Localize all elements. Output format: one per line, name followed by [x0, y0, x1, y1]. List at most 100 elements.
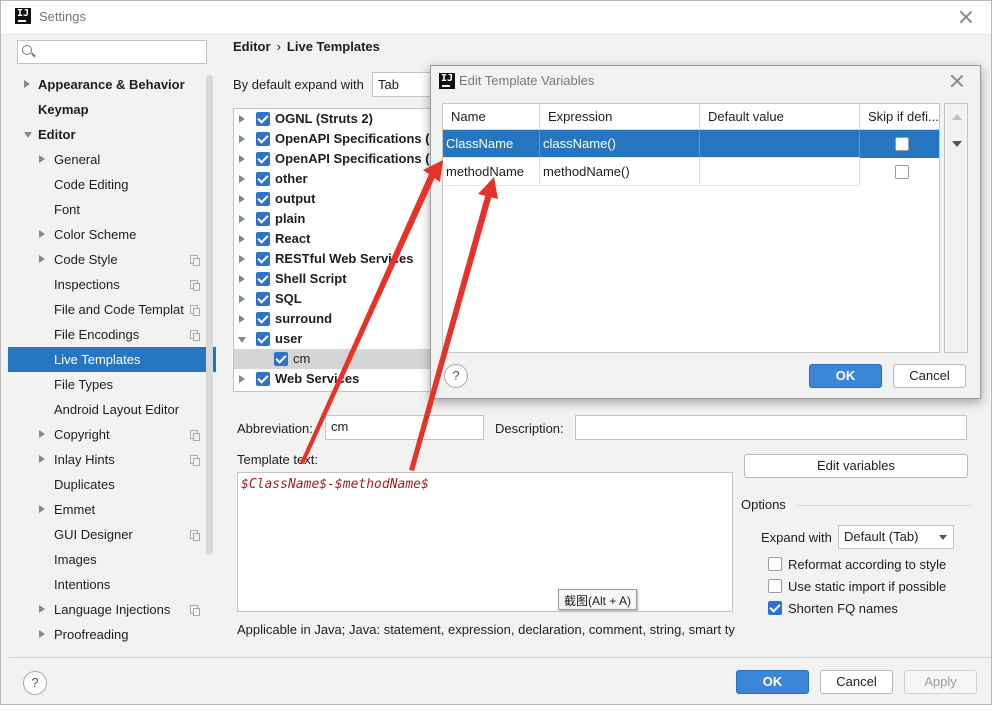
- chevron-right-icon[interactable]: [39, 155, 45, 163]
- template-checkbox[interactable]: [256, 252, 270, 266]
- option-checkbox[interactable]: [768, 579, 782, 593]
- dialog-close-icon[interactable]: [950, 74, 964, 88]
- variable-row[interactable]: methodName methodName(): [443, 158, 939, 186]
- chevron-right-icon[interactable]: [239, 195, 245, 203]
- template-checkbox[interactable]: [256, 232, 270, 246]
- ok-button[interactable]: OK: [736, 670, 809, 694]
- option-checkbox[interactable]: [768, 557, 782, 571]
- sidebar-item-inlay-hints[interactable]: Inlay Hints: [8, 447, 216, 472]
- sidebar-item-font[interactable]: Font: [8, 197, 216, 222]
- template-group[interactable]: output: [234, 189, 432, 209]
- sidebar-item-intentions[interactable]: Intentions: [8, 572, 216, 597]
- chevron-right-icon[interactable]: [239, 175, 245, 183]
- column-header[interactable]: Skip if defi...: [860, 104, 939, 130]
- template-group[interactable]: plain: [234, 209, 432, 229]
- template-item[interactable]: cm: [234, 349, 432, 369]
- chevron-right-icon[interactable]: [39, 230, 45, 238]
- sidebar-item-live-templates[interactable]: Live Templates: [8, 347, 216, 372]
- variable-default-cell[interactable]: [700, 158, 860, 186]
- template-checkbox[interactable]: [256, 172, 270, 186]
- chevron-right-icon[interactable]: [239, 275, 245, 283]
- template-text-editor[interactable]: $ClassName$-$methodName$: [237, 472, 733, 612]
- chevron-right-icon[interactable]: [239, 155, 245, 163]
- dialog-help-button[interactable]: ?: [444, 364, 468, 388]
- sidebar-item-inspections[interactable]: Inspections: [8, 272, 216, 297]
- template-group[interactable]: RESTful Web Services: [234, 249, 432, 269]
- edit-variables-button[interactable]: Edit variables: [744, 454, 968, 478]
- template-checkbox[interactable]: [274, 352, 288, 366]
- template-group[interactable]: surround: [234, 309, 432, 329]
- template-checkbox[interactable]: [256, 292, 270, 306]
- sidebar-scrollbar[interactable]: [206, 75, 213, 555]
- move-up-icon[interactable]: [952, 114, 962, 120]
- sidebar-item-editor[interactable]: Editor: [8, 122, 216, 147]
- sidebar-item-file-types[interactable]: File Types: [8, 372, 216, 397]
- chevron-right-icon[interactable]: [24, 80, 30, 88]
- template-checkbox[interactable]: [256, 192, 270, 206]
- template-checkbox[interactable]: [256, 372, 270, 386]
- chevron-right-icon[interactable]: [239, 215, 245, 223]
- help-button[interactable]: ?: [23, 671, 47, 695]
- search-field[interactable]: [17, 40, 207, 64]
- sidebar-item-images[interactable]: Images: [8, 547, 216, 572]
- dialog-cancel-button[interactable]: Cancel: [893, 364, 966, 388]
- template-checkbox[interactable]: [256, 152, 270, 166]
- sidebar-item-code-editing[interactable]: Code Editing: [8, 172, 216, 197]
- apply-button[interactable]: Apply: [904, 670, 977, 694]
- sidebar-item-general[interactable]: General: [8, 147, 216, 172]
- sidebar-item-file-encodings[interactable]: File Encodings: [8, 322, 216, 347]
- sidebar-item-duplicates[interactable]: Duplicates: [8, 472, 216, 497]
- option-checkbox[interactable]: [768, 601, 782, 615]
- sidebar-item-appearance-behavior[interactable]: Appearance & Behavior: [8, 72, 216, 97]
- cancel-button[interactable]: Cancel: [820, 670, 893, 694]
- sidebar-item-emmet[interactable]: Emmet: [8, 497, 216, 522]
- template-group[interactable]: user: [234, 329, 432, 349]
- chevron-down-icon[interactable]: [238, 337, 246, 343]
- template-group[interactable]: OpenAPI Specifications (.: [234, 129, 432, 149]
- template-group[interactable]: SQL: [234, 289, 432, 309]
- sidebar-item-gui-designer[interactable]: GUI Designer: [8, 522, 216, 547]
- chevron-right-icon[interactable]: [239, 375, 245, 383]
- template-checkbox[interactable]: [256, 132, 270, 146]
- variable-name-cell[interactable]: ClassName: [443, 130, 540, 158]
- template-group[interactable]: other: [234, 169, 432, 189]
- skip-if-defined-checkbox[interactable]: [895, 165, 909, 179]
- chevron-right-icon[interactable]: [39, 430, 45, 438]
- sidebar-item-android-layout-editor[interactable]: Android Layout Editor: [8, 397, 216, 422]
- chevron-right-icon[interactable]: [39, 255, 45, 263]
- chevron-right-icon[interactable]: [239, 315, 245, 323]
- chevron-right-icon[interactable]: [39, 455, 45, 463]
- applicable-contexts[interactable]: Applicable in Java; Java: statement, exp…: [237, 622, 735, 637]
- chevron-right-icon[interactable]: [39, 605, 45, 613]
- sidebar-item-language-injections[interactable]: Language Injections: [8, 597, 216, 622]
- variable-expression-cell[interactable]: className(): [540, 130, 700, 158]
- sidebar-item-code-style[interactable]: Code Style: [8, 247, 216, 272]
- template-checkbox[interactable]: [256, 312, 270, 326]
- variable-name-cell[interactable]: methodName: [443, 158, 540, 186]
- template-checkbox[interactable]: [256, 272, 270, 286]
- chevron-down-icon[interactable]: [24, 132, 32, 138]
- search-input[interactable]: [38, 43, 198, 61]
- move-down-icon[interactable]: [952, 141, 962, 147]
- sidebar-item-keymap[interactable]: Keymap: [8, 97, 216, 122]
- template-checkbox[interactable]: [256, 212, 270, 226]
- sidebar-item-file-and-code-templat[interactable]: File and Code Templat: [8, 297, 216, 322]
- chevron-right-icon[interactable]: [239, 255, 245, 263]
- template-checkbox[interactable]: [256, 332, 270, 346]
- template-group[interactable]: OGNL (Struts 2): [234, 109, 432, 129]
- column-header[interactable]: Expression: [540, 104, 700, 130]
- column-header[interactable]: Name: [443, 104, 540, 130]
- close-icon[interactable]: [959, 10, 973, 24]
- description-field[interactable]: [575, 415, 967, 440]
- dialog-ok-button[interactable]: OK: [809, 364, 882, 388]
- skip-if-defined-checkbox[interactable]: [895, 137, 909, 151]
- abbreviation-field[interactable]: cm: [325, 415, 484, 440]
- options-expand-select[interactable]: Default (Tab): [838, 525, 954, 549]
- chevron-right-icon[interactable]: [239, 115, 245, 123]
- template-group[interactable]: React: [234, 229, 432, 249]
- sidebar-item-copyright[interactable]: Copyright: [8, 422, 216, 447]
- chevron-right-icon[interactable]: [239, 295, 245, 303]
- template-group[interactable]: Web Services: [234, 369, 432, 389]
- chevron-right-icon[interactable]: [39, 505, 45, 513]
- variable-expression-cell[interactable]: methodName(): [540, 158, 700, 186]
